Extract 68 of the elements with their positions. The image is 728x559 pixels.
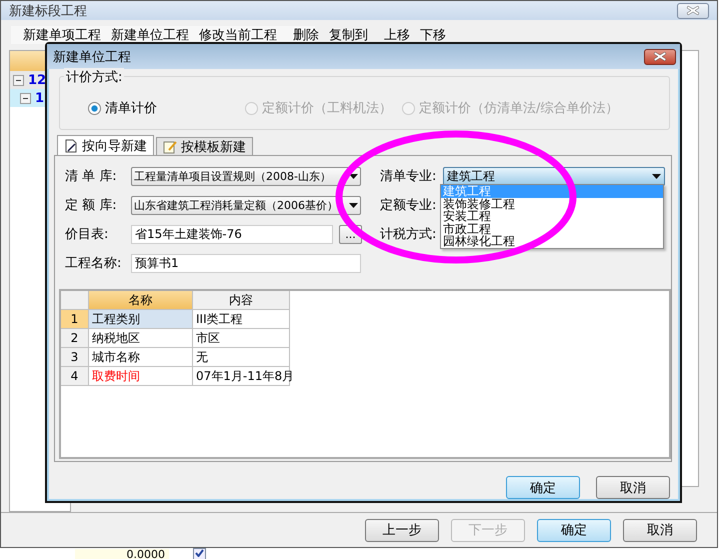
- dialog-button[interactable]: 确定: [506, 476, 580, 499]
- dialog-button[interactable]: 取消: [596, 476, 670, 499]
- footer-button[interactable]: 取消: [623, 518, 697, 542]
- row-number: 3: [61, 348, 89, 367]
- dropdown-option[interactable]: 装饰装修工程: [441, 198, 663, 210]
- radio-label: 定额计价（仿清单法/综合单价法）: [419, 100, 618, 117]
- footer-button[interactable]: 上一步: [365, 518, 439, 542]
- check-icon: [195, 549, 204, 557]
- close-icon: [687, 6, 699, 16]
- group-label: 计价方式:: [64, 68, 124, 86]
- close-button[interactable]: [644, 48, 676, 64]
- caret-icon: [652, 174, 661, 178]
- dropdown[interactable]: 山东省建筑工程消耗量定额（2006基价）: [131, 196, 361, 214]
- table-cell[interactable]: 取费时间: [89, 367, 193, 386]
- field-label: 定额专业:: [380, 197, 438, 214]
- row-number: 4: [61, 367, 89, 386]
- table-corner: [61, 291, 89, 310]
- table-cell[interactable]: 07年1月-11年8月: [193, 367, 290, 386]
- radio-label: 定额计价（工料机法）: [262, 100, 392, 117]
- notepad-pencil-icon: [163, 140, 177, 154]
- dropdown[interactable]: 工程量清单项目设置规则（2008-山东）: [131, 166, 361, 186]
- toolbar-button[interactable]: 上移: [382, 26, 412, 44]
- field-label: 清 单 库:: [65, 168, 118, 185]
- table-cell[interactable]: III类工程: [193, 310, 290, 329]
- dropdown-option[interactable]: 安装工程: [441, 210, 663, 223]
- toolbar-button[interactable]: 下移: [418, 26, 448, 44]
- toolbar-button[interactable]: 删除: [291, 26, 321, 44]
- table-cell[interactable]: 无: [193, 348, 290, 367]
- field-label: 计税方式:: [380, 226, 438, 243]
- toolbar-button[interactable]: 新建单位工程: [109, 26, 191, 44]
- table-cell: 0.0000: [75, 549, 169, 559]
- input-field[interactable]: 预算书1: [131, 254, 361, 272]
- toolbar-button[interactable]: 复制到: [327, 26, 370, 44]
- caret-icon: [349, 174, 358, 178]
- document-wand-icon: [64, 138, 78, 152]
- tab[interactable]: 按向导新建: [57, 135, 154, 155]
- column-header[interactable]: 名称: [89, 291, 193, 310]
- checkbox[interactable]: [193, 548, 206, 559]
- caret-icon: [349, 202, 358, 208]
- input-field[interactable]: 省15年土建装饰-76: [131, 224, 333, 244]
- toolbar-button[interactable]: 新建单项工程: [21, 26, 103, 44]
- dropdown-option[interactable]: 市政工程: [441, 222, 663, 236]
- close-icon: [654, 52, 666, 61]
- field-label: 价目表:: [65, 226, 110, 243]
- dropdown-option[interactable]: 园林绿化工程: [441, 235, 663, 248]
- radio-label: 清单计价: [105, 100, 157, 117]
- row-number: 2: [61, 329, 89, 348]
- field-label: 工程名称:: [65, 255, 122, 272]
- column-header[interactable]: 内容: [193, 291, 290, 310]
- table-cell[interactable]: 工程类别: [89, 310, 193, 329]
- window-title: 新建标段工程: [9, 2, 87, 20]
- toolbar-button[interactable]: 修改当前工程: [197, 26, 279, 44]
- collapse-icon[interactable]: [20, 92, 31, 104]
- dialog-title: 新建单位工程: [53, 48, 131, 66]
- collapse-icon[interactable]: [13, 74, 24, 86]
- tree-label: 12: [28, 72, 46, 88]
- close-button[interactable]: [677, 2, 709, 19]
- footer-button[interactable]: 确定: [537, 518, 611, 542]
- field-label: 清单专业:: [380, 168, 438, 185]
- tree-label: 1: [35, 90, 44, 106]
- tab[interactable]: 按模板新建: [156, 137, 253, 155]
- table-cell[interactable]: 纳税地区: [89, 329, 193, 348]
- field-label: 定 额 库:: [65, 197, 118, 214]
- table-cell[interactable]: 市区: [193, 329, 290, 348]
- dropdown[interactable]: 建筑工程: [443, 166, 665, 186]
- row-number: 1: [61, 310, 89, 329]
- table-cell[interactable]: 城市名称: [89, 348, 193, 367]
- radio-button[interactable]: [88, 102, 101, 114]
